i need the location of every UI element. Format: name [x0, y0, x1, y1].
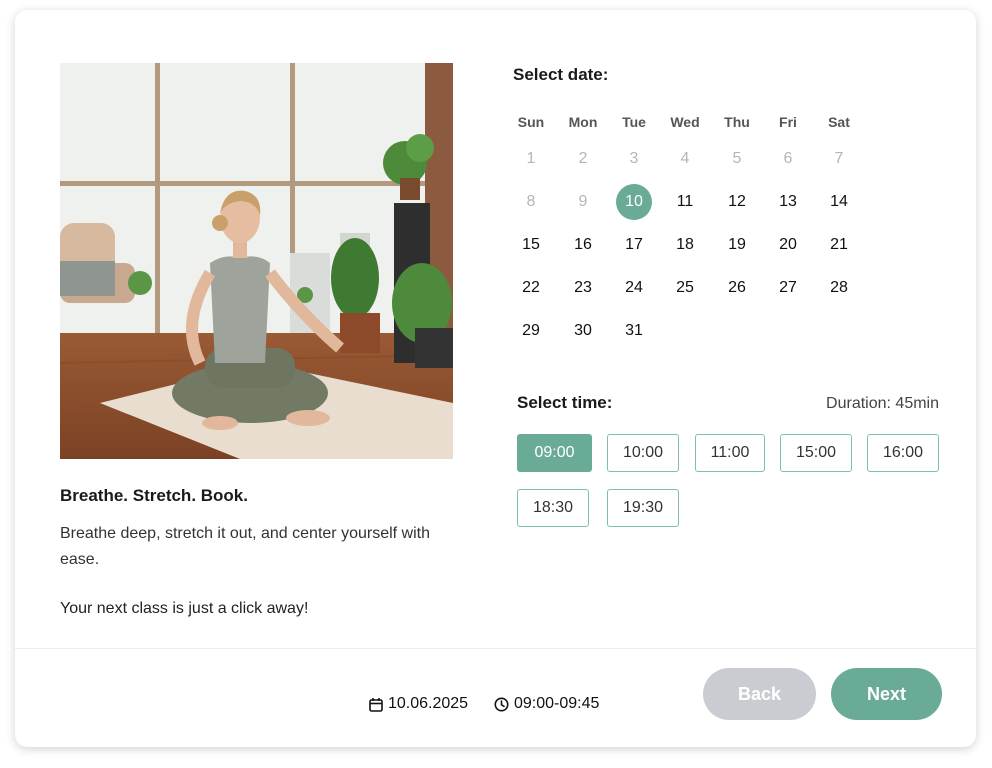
- calendar-day[interactable]: 11: [667, 184, 703, 220]
- time-slot-button[interactable]: 11:00: [695, 434, 765, 472]
- calendar-icon: [369, 697, 383, 712]
- calendar-day[interactable]: 19: [719, 227, 755, 263]
- calendar-day[interactable]: 28: [821, 270, 857, 306]
- calendar-day-selected[interactable]: 10: [616, 184, 652, 220]
- calendar-day[interactable]: 24: [616, 270, 652, 306]
- calendar-day[interactable]: 14: [821, 184, 857, 220]
- calendar-day: 7: [834, 150, 844, 167]
- calendar-day: 8: [526, 193, 536, 210]
- time-slot-button[interactable]: 18:30: [517, 489, 589, 527]
- selected-date-summary: 10.06.2025: [369, 695, 468, 713]
- booking-footer: 10.06.2025 09:00-09:45 Back Next: [15, 648, 976, 747]
- weekday-header: Fri: [779, 114, 797, 130]
- calendar-day[interactable]: 25: [667, 270, 703, 306]
- weekday-header: Sat: [828, 114, 850, 130]
- calendar-day[interactable]: 30: [565, 313, 601, 349]
- back-button[interactable]: Back: [703, 668, 816, 720]
- time-slot-button[interactable]: 10:00: [607, 434, 679, 472]
- calendar-day[interactable]: 17: [616, 227, 652, 263]
- calendar-day: 6: [783, 150, 793, 167]
- time-slot-button[interactable]: 15:00: [780, 434, 852, 472]
- calendar-day[interactable]: 18: [667, 227, 703, 263]
- calendar-day[interactable]: 22: [513, 270, 549, 306]
- yoga-photo: [60, 63, 453, 459]
- calendar-day: 4: [680, 150, 690, 167]
- clock-icon: [494, 697, 509, 711]
- weekday-header: Mon: [568, 114, 598, 130]
- weekday-header: Wed: [670, 114, 700, 130]
- time-slot-button[interactable]: 16:00: [867, 434, 939, 472]
- booking-card: Breathe. Stretch. Book. Breathe deep, st…: [15, 10, 976, 747]
- selected-time-summary: 09:00-09:45: [494, 695, 599, 713]
- calendar-day[interactable]: 21: [821, 227, 857, 263]
- time-slot-button[interactable]: 19:30: [607, 489, 679, 527]
- calendar-day[interactable]: 23: [565, 270, 601, 306]
- calendar-day: 5: [732, 150, 742, 167]
- select-time-heading: Select time:: [517, 393, 613, 412]
- calendar-day[interactable]: 29: [513, 313, 549, 349]
- calendar-day: 2: [578, 150, 588, 167]
- calendar-day[interactable]: 26: [719, 270, 755, 306]
- duration-label: Duration: 45min: [826, 395, 939, 412]
- promo-title: Breathe. Stretch. Book.: [60, 486, 248, 505]
- selected-time-text: 09:00-09:45: [514, 695, 600, 712]
- next-button[interactable]: Next: [831, 668, 942, 720]
- calendar-day: 1: [526, 150, 536, 167]
- weekday-header: Sun: [517, 114, 545, 130]
- calendar-day[interactable]: 20: [770, 227, 806, 263]
- calendar-day[interactable]: 12: [719, 184, 755, 220]
- weekday-header: Thu: [724, 114, 750, 130]
- promo-call-to-action: Your next class is just a click away!: [60, 600, 309, 617]
- time-slot-button[interactable]: 09:00: [517, 434, 592, 472]
- selected-date-text: 10.06.2025: [388, 695, 469, 712]
- calendar-day[interactable]: 13: [770, 184, 806, 220]
- calendar-day: 9: [578, 193, 588, 210]
- promo-description: Breathe deep, stretch it out, and center…: [60, 525, 430, 568]
- calendar-day[interactable]: 27: [770, 270, 806, 306]
- calendar-day[interactable]: 31: [616, 313, 652, 349]
- calendar-day: 3: [629, 150, 639, 167]
- weekday-header: Tue: [622, 114, 646, 130]
- select-date-heading: Select date:: [513, 65, 609, 84]
- calendar-day[interactable]: 15: [513, 227, 549, 263]
- calendar-day[interactable]: 16: [565, 227, 601, 263]
